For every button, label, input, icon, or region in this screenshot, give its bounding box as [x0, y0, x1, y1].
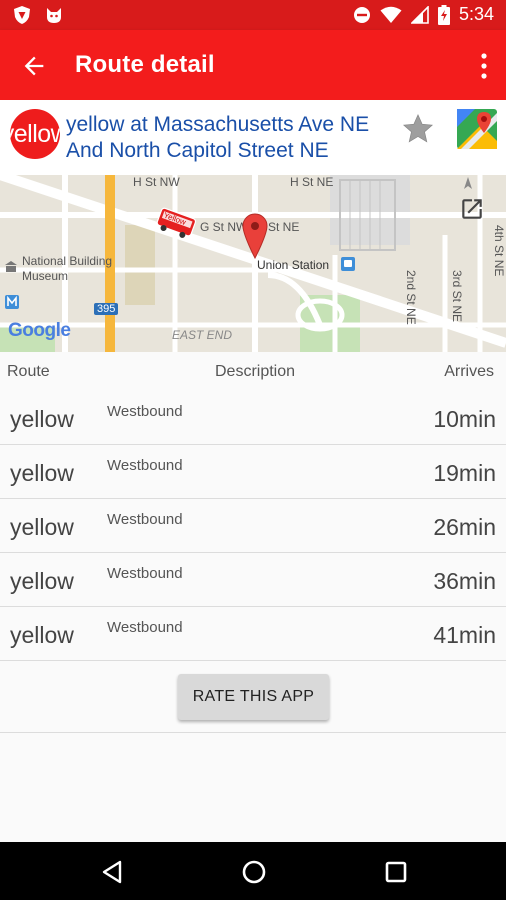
- stop-name-link[interactable]: yellow at Massachusetts Ave NE And North…: [66, 112, 396, 164]
- departure-row[interactable]: yellow Westbound 10min: [0, 391, 506, 445]
- map-label-2nd-st-ne: 2nd St NE: [404, 270, 418, 325]
- museum-icon: [5, 261, 17, 272]
- back-arrow-icon[interactable]: [20, 52, 48, 80]
- system-nav-bar: [0, 842, 506, 900]
- row-arrival: 10min: [433, 406, 496, 432]
- nav-recents-icon[interactable]: [382, 858, 410, 886]
- row-route: yellow: [10, 568, 74, 594]
- map-label-museum-2: Museum: [22, 269, 69, 283]
- google-logo: Google: [8, 320, 71, 341]
- row-description: Westbound: [107, 403, 183, 420]
- route-badge: yellow: [10, 109, 60, 159]
- row-description: Westbound: [107, 565, 183, 582]
- row-arrival: 36min: [433, 568, 496, 594]
- open-external-icon[interactable]: [459, 196, 485, 222]
- map-label-east-end: EAST END: [172, 328, 233, 342]
- compass-icon: [464, 177, 472, 189]
- row-arrival: 19min: [433, 460, 496, 486]
- favorite-star-icon[interactable]: [400, 112, 436, 146]
- row-description: Westbound: [107, 619, 183, 636]
- rate-app-button[interactable]: RATE THIS APP: [178, 674, 329, 720]
- shield-notification-icon: [14, 6, 30, 24]
- overflow-menu-icon[interactable]: [480, 52, 488, 80]
- page-title: Route detail: [75, 51, 215, 78]
- row-description: Westbound: [107, 457, 183, 474]
- header-description: Description: [215, 363, 296, 380]
- cat-notification-icon: [47, 8, 61, 23]
- row-route: yellow: [10, 406, 74, 432]
- map-view[interactable]: H St NW H St NE G St NW St NE Union Stat…: [0, 175, 506, 352]
- map-label-3rd-st-ne: 3rd St NE: [450, 270, 464, 323]
- wifi-icon: [380, 6, 402, 23]
- location-pin-icon[interactable]: [242, 213, 268, 259]
- map-label-h-st-nw: H St NW: [133, 175, 180, 189]
- map-label-union-station: Union Station: [257, 258, 330, 272]
- interstate-shield: 395: [94, 303, 119, 315]
- google-maps-icon[interactable]: [457, 109, 497, 149]
- train-station-icon: [341, 257, 355, 271]
- row-route: yellow: [10, 514, 74, 540]
- row-route: yellow: [10, 622, 74, 648]
- departure-row[interactable]: yellow Westbound 41min: [0, 607, 506, 661]
- battery-charging-icon: [437, 4, 450, 25]
- header-arrives: Arrives: [444, 363, 494, 380]
- row-description: Westbound: [107, 511, 183, 528]
- divider: [0, 732, 506, 733]
- app-bar: Route detail: [0, 30, 506, 100]
- row-arrival: 41min: [433, 622, 496, 648]
- departures-header: Route Description Arrives: [0, 352, 506, 390]
- status-bar: 5:34: [0, 0, 506, 30]
- do-not-disturb-icon: [353, 6, 370, 23]
- map-label-g-st-nw: G St NW: [200, 220, 248, 234]
- metro-icon: [5, 295, 19, 309]
- map-label-4th-st-ne: 4th St NE: [492, 225, 506, 277]
- clock: 5:34: [458, 4, 494, 24]
- departure-row[interactable]: yellow Westbound 26min: [0, 499, 506, 553]
- departure-row[interactable]: yellow Westbound 36min: [0, 553, 506, 607]
- signal-icon: [410, 5, 429, 24]
- row-route: yellow: [10, 460, 74, 486]
- map-label-st-ne: St NE: [268, 220, 300, 234]
- map-label-museum: National Building: [22, 254, 113, 268]
- nav-back-icon[interactable]: [99, 858, 127, 886]
- row-arrival: 26min: [433, 514, 496, 540]
- nav-home-icon[interactable]: [240, 858, 268, 886]
- header-route: Route: [7, 363, 50, 380]
- departure-row[interactable]: yellow Westbound 19min: [0, 445, 506, 499]
- map-label-h-st-ne: H St NE: [290, 175, 334, 189]
